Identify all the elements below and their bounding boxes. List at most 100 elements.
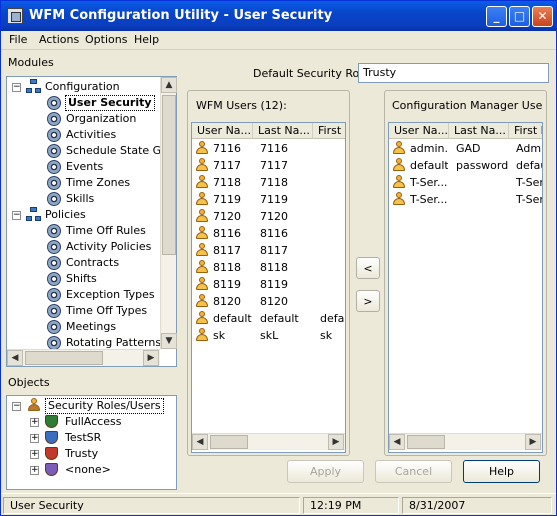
user-name-cell: 7120 (213, 210, 241, 223)
tree-events[interactable]: Events (66, 159, 103, 175)
scroll-thumb[interactable] (407, 435, 445, 449)
column-first-name[interactable]: First N (313, 123, 345, 139)
scroll-left-icon[interactable]: ◀ (7, 350, 23, 366)
scroll-right-icon[interactable]: ▶ (525, 434, 541, 450)
cm-users-list[interactable]: User Na... Last Na... First N admin... GA… (388, 122, 543, 453)
role-trusty[interactable]: Trusty (65, 446, 98, 462)
tree-time-off-rules[interactable]: Time Off Rules (66, 223, 146, 239)
cm-hscroll[interactable]: ◀ ▶ (389, 433, 542, 450)
table-row[interactable]: 8116 8116 (192, 225, 345, 242)
table-row[interactable]: 7118 7118 (192, 174, 345, 191)
roles-expander[interactable]: − (12, 402, 21, 411)
role-expander[interactable]: + (30, 418, 39, 427)
wfm-users-list[interactable]: User Na... Last Na... First N 7116711671… (191, 122, 346, 453)
modules-vscroll[interactable]: ▲ ▼ (160, 77, 177, 349)
configuration-expander[interactable]: − (12, 83, 21, 92)
scroll-right-icon[interactable]: ▶ (143, 350, 159, 366)
menu-actions[interactable]: Actions (39, 33, 79, 46)
tree-activities[interactable]: Activities (66, 127, 116, 143)
role-none[interactable]: <none> (65, 462, 111, 478)
scroll-thumb[interactable] (162, 95, 176, 255)
wfm-hscroll[interactable]: ◀ ▶ (192, 433, 345, 450)
table-row[interactable]: 7117 7117 (192, 157, 345, 174)
table-row[interactable]: sk skL sk (192, 327, 345, 344)
gear-icon (47, 112, 61, 126)
tree-time-zones[interactable]: Time Zones (66, 175, 130, 191)
tree-contracts[interactable]: Contracts (66, 255, 119, 271)
table-row[interactable]: 8119 8119 (192, 276, 345, 293)
app-window: WFM Configuration Utility - User Securit… (0, 0, 557, 516)
column-first-name[interactable]: First N (509, 123, 542, 139)
table-row[interactable]: default1 password defau (389, 157, 542, 174)
gear-icon (47, 336, 61, 350)
table-row[interactable]: 7120 7120 (192, 208, 345, 225)
last-name-cell: GAD (456, 142, 481, 155)
column-last-name[interactable]: Last Na... (449, 123, 509, 139)
minimize-button[interactable]: _ (486, 6, 507, 27)
policies-expander[interactable]: − (12, 211, 21, 220)
column-user-name[interactable]: User Na... (192, 123, 253, 139)
user-icon (195, 277, 209, 291)
tree-activity-policies[interactable]: Activity Policies (66, 239, 151, 255)
table-row[interactable]: 8117 8117 (192, 242, 345, 259)
tree-organization[interactable]: Organization (66, 111, 136, 127)
scroll-up-icon[interactable]: ▲ (161, 77, 177, 93)
user-icon (195, 243, 209, 257)
scroll-thumb[interactable] (210, 435, 248, 449)
scroll-left-icon[interactable]: ◀ (192, 434, 208, 450)
tree-skills[interactable]: Skills (66, 191, 94, 207)
table-row[interactable]: T-Ser... T-Serv (389, 191, 542, 208)
tree-configuration[interactable]: Configuration (45, 79, 120, 95)
list-header: User Na... Last Na... First N (192, 123, 345, 139)
tree-shifts[interactable]: Shifts (66, 271, 97, 287)
move-left-button[interactable]: < (356, 257, 380, 279)
last-name-cell: 7120 (260, 210, 288, 223)
table-row[interactable]: 7119 7119 (192, 191, 345, 208)
scroll-thumb[interactable] (25, 351, 103, 365)
role-expander[interactable]: + (30, 434, 39, 443)
gear-icon (47, 272, 61, 286)
tree-security-roles-users[interactable]: Security Roles/Users (45, 398, 164, 414)
scroll-right-icon[interactable]: ▶ (328, 434, 344, 450)
help-button[interactable]: Help (463, 460, 540, 483)
tree-time-off-types[interactable]: Time Off Types (66, 303, 147, 319)
menu-file[interactable]: File (9, 33, 27, 46)
title-bar[interactable]: WFM Configuration Utility - User Securit… (1, 1, 556, 31)
column-user-name[interactable]: User Na... (389, 123, 449, 139)
table-row[interactable]: 8120 8120 (192, 293, 345, 310)
table-row[interactable]: 7116 7116 (192, 140, 345, 157)
table-row[interactable]: T-Ser... T-Serv (389, 174, 542, 191)
shield-icon (45, 461, 59, 476)
last-name-cell: 8116 (260, 227, 288, 240)
status-date: 8/31/2007 (402, 497, 552, 514)
tree-meetings[interactable]: Meetings (66, 319, 116, 335)
tree-user-security[interactable]: User Security (65, 95, 155, 111)
user-name-cell: 7119 (213, 193, 241, 206)
close-button[interactable]: ✕ (532, 6, 553, 27)
default-role-field[interactable]: Trusty (358, 63, 549, 83)
menu-options[interactable]: Options (85, 33, 127, 46)
wfm-users-title: WFM Users (12): (196, 99, 287, 112)
tree-schedule-state-groups[interactable]: Schedule State Gro (66, 143, 160, 159)
apply-button[interactable]: Apply (287, 460, 364, 483)
objects-title: Objects (8, 376, 50, 389)
maximize-button[interactable]: □ (509, 6, 530, 27)
table-row[interactable]: default default defau (192, 310, 345, 327)
tree-exception-types[interactable]: Exception Types (66, 287, 155, 303)
table-row[interactable]: admin... GAD Admir (389, 140, 542, 157)
tree-policies[interactable]: Policies (45, 207, 86, 223)
table-row[interactable]: 8118 8118 (192, 259, 345, 276)
first-name-cell: T-Serv (516, 193, 542, 206)
modules-hscroll[interactable]: ◀ ▶ (7, 349, 160, 366)
cancel-button[interactable]: Cancel (375, 460, 452, 483)
role-fullaccess[interactable]: FullAccess (65, 414, 121, 430)
objects-tree: − Security Roles/Users + FullAccess + Te… (6, 395, 177, 490)
scroll-left-icon[interactable]: ◀ (389, 434, 405, 450)
role-testsr[interactable]: TestSR (65, 430, 101, 446)
menu-help[interactable]: Help (134, 33, 159, 46)
move-right-button[interactable]: > (356, 290, 380, 312)
column-last-name[interactable]: Last Na... (253, 123, 313, 139)
role-expander[interactable]: + (30, 466, 39, 475)
scroll-down-icon[interactable]: ▼ (161, 333, 177, 349)
role-expander[interactable]: + (30, 450, 39, 459)
